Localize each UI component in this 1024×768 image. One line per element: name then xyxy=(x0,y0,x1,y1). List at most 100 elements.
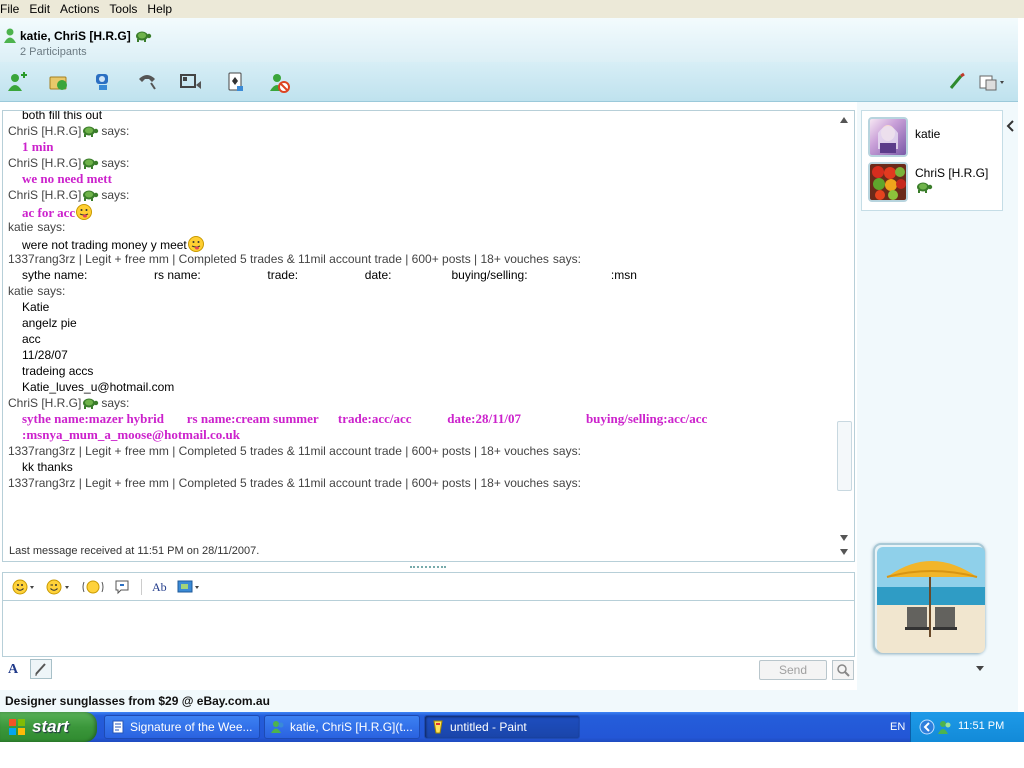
says-label: says: xyxy=(101,396,130,410)
conversation-history[interactable]: both fill this out ChriS [H.R.G] says: 1 mi… xyxy=(2,110,855,562)
taskbar-item-label: untitled - Paint xyxy=(450,720,527,734)
menu-edit[interactable]: Edit xyxy=(29,2,56,16)
menu-bar: File Edit Actions Tools Help xyxy=(0,0,1024,18)
menu-actions[interactable]: Actions xyxy=(60,2,105,16)
menu-tools[interactable]: Tools xyxy=(109,2,143,16)
ad-banner[interactable]: Designer sunglasses from $29 @ eBay.com.… xyxy=(0,690,1018,712)
emoticon-icon[interactable] xyxy=(11,577,37,597)
participant-name: katie xyxy=(915,127,941,141)
block-icon[interactable] xyxy=(266,70,292,94)
document-icon xyxy=(112,720,124,734)
taskbar: start Signature of the Wee... katie, Chr… xyxy=(0,712,1024,742)
font-icon[interactable]: Ab xyxy=(150,577,168,597)
language-indicator[interactable]: EN xyxy=(890,721,905,733)
message-text: :msnya_mum_a_moose@hotmail.co.uk xyxy=(22,427,240,442)
send-button[interactable]: Send xyxy=(759,660,827,680)
message-text: sythe name: rs name: trade: date: buying… xyxy=(22,268,637,282)
message-text: acc xyxy=(22,332,41,346)
nudge-icon[interactable] xyxy=(81,577,105,597)
message-text-line: kk thanks xyxy=(8,459,828,475)
menu-file[interactable]: File xyxy=(0,2,25,16)
webcam-icon[interactable] xyxy=(90,70,116,94)
scroll-down-icon[interactable] xyxy=(840,535,848,541)
windows-logo-icon xyxy=(9,719,25,735)
pane-splitter[interactable] xyxy=(410,566,446,569)
message-text: angelz pie xyxy=(22,316,77,330)
display-options-icon[interactable] xyxy=(976,70,1008,94)
wink-icon[interactable] xyxy=(45,577,73,597)
background-icon[interactable] xyxy=(176,577,202,597)
voice-clip-icon[interactable] xyxy=(113,577,131,597)
svg-text:Ab: Ab xyxy=(152,580,167,594)
taskbar-item-browser[interactable]: Signature of the Wee... xyxy=(104,715,260,739)
says-label: says: xyxy=(552,444,581,458)
menu-help[interactable]: Help xyxy=(147,2,178,16)
tray-expand-icon[interactable] xyxy=(919,719,935,735)
message-sender-line: katie says: xyxy=(8,219,828,235)
message-text-line: angelz pie xyxy=(8,315,828,331)
start-label: start xyxy=(32,717,69,736)
message-text: 1 min xyxy=(22,139,54,154)
message-list: both fill this out ChriS [H.R.G] says: 1 mi… xyxy=(8,110,828,491)
message-sender-line: 1337rang3rz | Legit + free mm | Complete… xyxy=(8,251,828,267)
turtle-emoticon-icon xyxy=(917,182,933,193)
my-display-picture[interactable] xyxy=(873,543,985,653)
message-input[interactable] xyxy=(2,600,855,657)
sender-name: 1337rang3rz | Legit + free mm | Complete… xyxy=(8,252,549,266)
tongue-emoticon-icon xyxy=(76,204,93,220)
avatar xyxy=(868,117,908,157)
activities-icon[interactable] xyxy=(222,70,248,94)
message-text: ac for acc xyxy=(22,205,76,220)
start-button[interactable]: start xyxy=(0,712,97,742)
text-mode-icon[interactable]: A xyxy=(8,662,24,678)
message-sender-line: 1337rang3rz | Legit + free mm | Complete… xyxy=(8,475,828,491)
participant-name-text: ChriS [H.R.G] xyxy=(915,166,989,180)
call-icon[interactable] xyxy=(134,70,160,94)
picture-options-icon[interactable] xyxy=(976,666,984,671)
message-sender-line: ChriS [H.R.G] says: xyxy=(8,123,828,139)
message-text-line: sythe name: rs name: trade: date: buying… xyxy=(8,267,828,283)
video-icon[interactable] xyxy=(178,70,204,94)
conversation-title: katie, ChriS [H.R.G] xyxy=(20,29,152,43)
message-text-line: 11/28/07 xyxy=(8,347,828,363)
taskbar-item-conversation[interactable]: katie, ChriS [H.R.G](t... xyxy=(264,715,420,739)
toolbar-divider xyxy=(141,578,142,595)
messenger-icon xyxy=(271,721,284,733)
turtle-emoticon-icon xyxy=(136,31,152,42)
taskbar-item-paint[interactable]: untitled - Paint xyxy=(424,715,580,739)
message-text: Katie xyxy=(22,300,50,314)
sender-name: katie xyxy=(8,220,34,234)
scroll-end-icon[interactable] xyxy=(840,549,848,555)
message-text: both fill this out xyxy=(22,110,103,122)
bottom-strip xyxy=(0,742,1024,768)
message-text: kk thanks xyxy=(22,460,73,474)
clock[interactable]: 11:51 PM xyxy=(958,720,1004,732)
message-text-line: ac for acc xyxy=(8,203,828,220)
invite-contact-icon[interactable] xyxy=(4,70,30,94)
handwriting-mode-icon[interactable] xyxy=(30,659,52,679)
says-label: says: xyxy=(101,156,130,170)
sender-name: 1337rang3rz | Legit + free mm | Complete… xyxy=(8,444,549,458)
paint-icon xyxy=(433,720,443,734)
participant-chris[interactable]: ChriS [H.R.G] xyxy=(868,162,1000,202)
messenger-tray-icon[interactable] xyxy=(937,719,953,735)
message-text-line: both fill this out xyxy=(8,110,828,123)
message-text-line: were not trading money y meet xyxy=(8,235,828,252)
message-sender-line: katie says: xyxy=(8,283,828,299)
history-scrollbar[interactable] xyxy=(836,113,853,559)
search-button[interactable] xyxy=(832,660,854,680)
message-text-line: 1 min xyxy=(8,139,828,155)
scroll-thumb[interactable] xyxy=(837,421,852,491)
collapse-panel-icon[interactable] xyxy=(1005,117,1017,135)
paint-brush-icon[interactable] xyxy=(944,70,970,94)
scroll-up-icon[interactable] xyxy=(840,117,848,123)
says-label: says: xyxy=(552,252,581,266)
send-files-icon[interactable] xyxy=(46,70,72,94)
message-text: were not trading money y meet xyxy=(22,238,187,252)
message-sender-line: ChriS [H.R.G] says: xyxy=(8,187,828,203)
sender-name: ChriS [H.R.G] xyxy=(8,396,82,410)
ad-text[interactable]: Designer sunglasses from $29 @ eBay.com.… xyxy=(5,694,270,708)
buddy-status-icon xyxy=(3,28,17,44)
avatar xyxy=(868,162,908,202)
participant-katie[interactable]: katie xyxy=(868,117,1000,157)
